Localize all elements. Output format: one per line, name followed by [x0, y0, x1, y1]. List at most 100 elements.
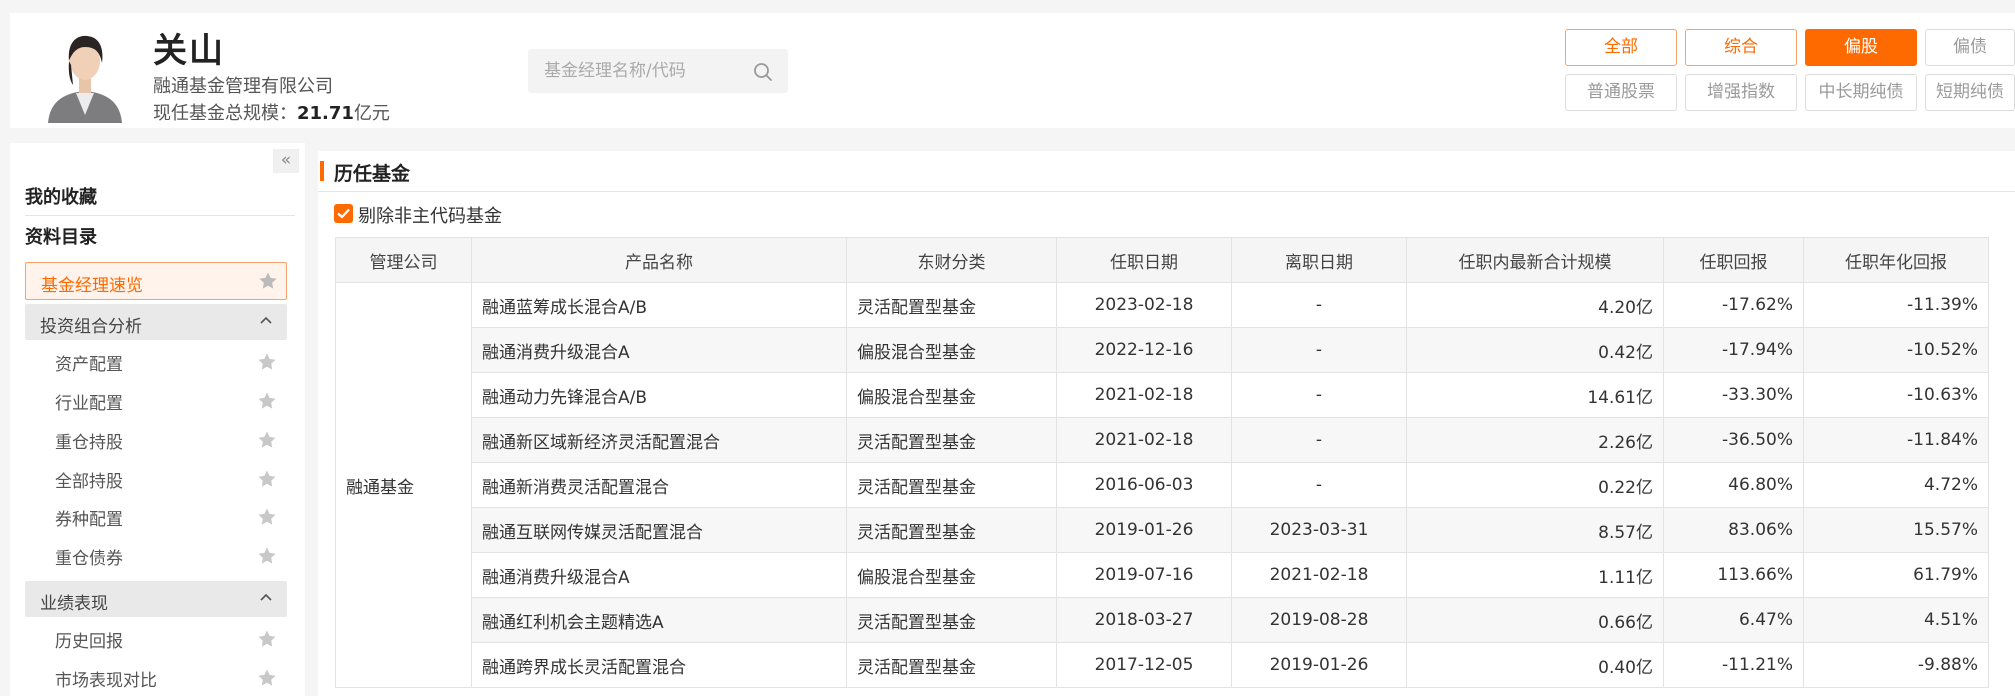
table-row: 融通跨界成长灵活配置混合 灵活配置型基金 2017-12-05 2019-01-26 0…: [336, 642, 1989, 688]
sidebar-item-top-holdings[interactable]: 重仓持股: [55, 428, 123, 453]
end-date: 2023-03-31: [1231, 507, 1407, 553]
sidebar: « 我的收藏 资料目录 基金经理速览 投资组合分析 资产配置 行业配置 重仓持股…: [10, 143, 305, 696]
sidebar-item-asset-allocation[interactable]: 资产配置: [55, 350, 123, 375]
column-header[interactable]: 东财分类: [846, 237, 1057, 283]
fund-category: 灵活配置型基金: [846, 282, 1057, 328]
star-icon[interactable]: [258, 271, 278, 291]
collapse-sidebar-icon[interactable]: «: [273, 149, 299, 173]
filter-all-button[interactable]: 全部: [1565, 29, 1677, 66]
fund-category: 偏股混合型基金: [846, 552, 1057, 598]
column-header[interactable]: 管理公司: [335, 237, 472, 283]
sidebar-item-bond-types[interactable]: 券种配置: [55, 505, 123, 530]
sidebar-group-performance[interactable]: 业绩表现: [25, 581, 287, 617]
fund-history-table: 管理公司 产品名称 东财分类 任职日期 离职日期 任职内最新合计规模 任职回报 …: [335, 237, 1989, 688]
end-date: -: [1231, 327, 1407, 373]
table-row: 融通基金 融通蓝筹成长混合A/B 灵活配置型基金 2023-02-18-4.20亿 -1…: [335, 282, 1989, 688]
manager-header: 关山 融通基金管理有限公司 现任基金总规模：21.71亿元 全部 综合 偏股 偏…: [10, 13, 2015, 128]
section-title: 历任基金: [334, 163, 411, 185]
annualized-return: -9.88%: [1803, 642, 1989, 688]
manager-search: [528, 49, 788, 93]
table-row: 融通互联网传媒灵活配置混合 灵活配置型基金 2019-01-26 2023-03-31…: [336, 507, 1989, 553]
tenure-return: -33.30%: [1663, 372, 1804, 418]
fund-name-link[interactable]: 融通红利机会主题精选A: [471, 597, 847, 643]
tenure-return: 83.06%: [1663, 507, 1804, 553]
filter-equity-button[interactable]: 偏股: [1805, 29, 1917, 66]
filter-index-button[interactable]: 增强指数: [1685, 74, 1797, 111]
exclude-checkbox[interactable]: [334, 204, 353, 223]
sidebar-item-history-return[interactable]: 历史回报: [55, 627, 123, 652]
fund-scale: 14.61亿: [1406, 372, 1664, 418]
column-header[interactable]: 离职日期: [1231, 237, 1407, 283]
tenure-return: -11.21%: [1663, 642, 1804, 688]
star-icon[interactable]: [257, 430, 277, 450]
fund-scale: 0.66亿: [1406, 597, 1664, 643]
start-date: 2023-02-18: [1056, 282, 1232, 328]
fund-name-link[interactable]: 融通消费升级混合A: [471, 327, 847, 373]
fund-history-panel: 历任基金 剔除非主代码基金 管理公司 产品名称 东财分类 任职日期 离职日期 任…: [318, 151, 2015, 696]
sidebar-item-industry-allocation[interactable]: 行业配置: [55, 389, 123, 414]
fund-category: 偏股混合型基金: [846, 327, 1057, 373]
filter-short-bond-button[interactable]: 短期纯债: [1925, 74, 2015, 111]
fund-name-link[interactable]: 融通动力先锋混合A/B: [471, 372, 847, 418]
annualized-return: 4.72%: [1803, 462, 1989, 508]
star-icon[interactable]: [257, 391, 277, 411]
end-date: -: [1231, 282, 1407, 328]
start-date: 2019-01-26: [1056, 507, 1232, 553]
star-icon[interactable]: [257, 629, 277, 649]
sidebar-item-market-compare[interactable]: 市场表现对比: [55, 666, 157, 691]
sidebar-favorites[interactable]: 我的收藏: [25, 183, 97, 209]
start-date: 2017-12-05: [1056, 642, 1232, 688]
fund-category: 灵活配置型基金: [846, 417, 1057, 463]
search-icon[interactable]: [752, 61, 774, 83]
sidebar-group-portfolio[interactable]: 投资组合分析: [25, 304, 287, 340]
start-date: 2016-06-03: [1056, 462, 1232, 508]
column-header[interactable]: 任职回报: [1663, 237, 1804, 283]
star-icon[interactable]: [257, 507, 277, 527]
tenure-return: -36.50%: [1663, 417, 1804, 463]
fund-scale: 4.20亿: [1406, 282, 1664, 328]
filter-stock-button[interactable]: 普通股票: [1565, 74, 1677, 111]
fund-name-link[interactable]: 融通蓝筹成长混合A/B: [471, 282, 847, 328]
column-header[interactable]: 任职内最新合计规模: [1406, 237, 1664, 283]
star-icon[interactable]: [257, 469, 277, 489]
start-date: 2021-02-18: [1056, 372, 1232, 418]
star-icon[interactable]: [257, 352, 277, 372]
fund-name-link[interactable]: 融通新消费灵活配置混合: [471, 462, 847, 508]
tenure-return: 6.47%: [1663, 597, 1804, 643]
sidebar-item-all-holdings[interactable]: 全部持股: [55, 467, 123, 492]
star-icon[interactable]: [257, 546, 277, 566]
table-row: 融通消费升级混合A 偏股混合型基金 2022-12-16-0.42亿 -17.94% -…: [336, 327, 1989, 373]
sidebar-item-top-bonds[interactable]: 重仓债券: [55, 544, 123, 569]
table-header-row: 管理公司 产品名称 东财分类 任职日期 离职日期 任职内最新合计规模 任职回报 …: [335, 237, 1989, 283]
annualized-return: -10.63%: [1803, 372, 1989, 418]
fund-name-link[interactable]: 融通消费升级混合A: [471, 552, 847, 598]
fund-category: 灵活配置型基金: [846, 462, 1057, 508]
fund-scale: 0.42亿: [1406, 327, 1664, 373]
fund-name-link[interactable]: 融通跨界成长灵活配置混合: [471, 642, 847, 688]
company-cell: 融通基金: [335, 282, 472, 688]
filter-midlong-bond-button[interactable]: 中长期纯债: [1805, 74, 1917, 111]
sidebar-item-label: 基金经理速览: [41, 276, 143, 296]
start-date: 2019-07-16: [1056, 552, 1232, 598]
annualized-return: -11.39%: [1803, 282, 1989, 328]
fund-scale: 2.26亿: [1406, 417, 1664, 463]
filter-bond-button[interactable]: 偏债: [1925, 29, 2015, 66]
divider: [25, 215, 295, 216]
fund-name-link[interactable]: 融通互联网传媒灵活配置混合: [471, 507, 847, 553]
star-icon[interactable]: [257, 668, 277, 688]
end-date: -: [1231, 372, 1407, 418]
start-date: 2021-02-18: [1056, 417, 1232, 463]
filter-mixed-button[interactable]: 综合: [1685, 29, 1797, 66]
column-header[interactable]: 任职年化回报: [1803, 237, 1989, 283]
search-input[interactable]: [528, 49, 738, 93]
exclude-checkbox-label[interactable]: 剔除非主代码基金: [358, 202, 502, 228]
end-date: 2019-08-28: [1231, 597, 1407, 643]
column-header[interactable]: 产品名称: [471, 237, 847, 283]
scale-value: 21.71: [297, 103, 354, 124]
sidebar-item-manager-overview[interactable]: 基金经理速览: [25, 262, 287, 300]
fund-category: 偏股混合型基金: [846, 372, 1057, 418]
table-row: 融通新区域新经济灵活配置混合 灵活配置型基金 2021-02-18-2.26亿 -36…: [336, 417, 1989, 463]
end-date: -: [1231, 417, 1407, 463]
fund-name-link[interactable]: 融通新区域新经济灵活配置混合: [471, 417, 847, 463]
column-header[interactable]: 任职日期: [1056, 237, 1232, 283]
